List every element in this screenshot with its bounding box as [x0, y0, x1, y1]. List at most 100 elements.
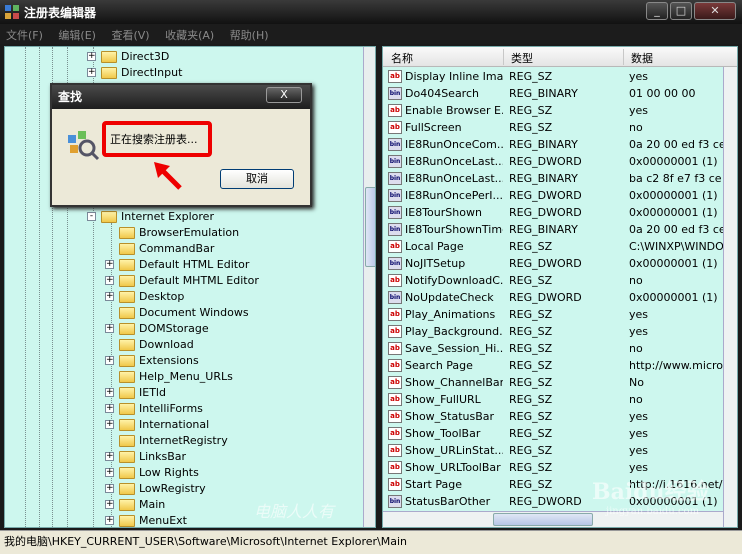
value-row[interactable]: ab Show_StatusBar REG_SZ yes	[383, 408, 723, 425]
column-type-header[interactable]: 类型	[511, 50, 533, 66]
close-button[interactable]: ✕	[694, 2, 736, 20]
value-data: 0x00000001 (1)	[629, 291, 718, 304]
list-vertical-scrollbar[interactable]	[723, 67, 737, 527]
value-row[interactable]: ab FullScreen REG_SZ no	[383, 119, 723, 136]
expand-icon[interactable]: +	[105, 356, 114, 365]
value-row[interactable]: ab Play_Background... REG_SZ yes	[383, 323, 723, 340]
column-separator[interactable]	[503, 49, 504, 65]
tree-item-label: Help_Menu_URLs	[139, 370, 233, 383]
expand-icon[interactable]: +	[105, 516, 114, 525]
expand-icon[interactable]: +	[105, 452, 114, 461]
tree-item[interactable]: CommandBar	[5, 241, 361, 257]
value-list-pane[interactable]: 名称 类型 数据 ab Display Inline Ima... REG_SZ ye…	[382, 46, 738, 528]
column-data-header[interactable]: 数据	[631, 50, 653, 66]
value-row[interactable]: bin IE8RunOnceLast... REG_DWORD 0x00000001 …	[383, 153, 723, 170]
tree-item[interactable]: + Desktop	[5, 289, 361, 305]
value-name: Show_URLToolBar	[405, 461, 501, 474]
value-data: 0x00000001 (1)	[629, 155, 718, 168]
expand-icon[interactable]: +	[87, 68, 96, 77]
value-row[interactable]: bin NoJITSetup REG_DWORD 0x00000001 (1)	[383, 255, 723, 272]
value-data: yes	[629, 444, 649, 457]
value-row[interactable]: ab Search Page REG_SZ http://www.micros	[383, 357, 723, 374]
value-row[interactable]: ab NotifyDownloadC... REG_SZ no	[383, 272, 723, 289]
value-row[interactable]: ab Show_ToolBar REG_SZ yes	[383, 425, 723, 442]
cancel-button[interactable]: 取消	[220, 169, 294, 189]
value-data: yes	[629, 325, 649, 338]
tree-item[interactable]: Document Windows	[5, 305, 361, 321]
tree-item[interactable]: + Default HTML Editor	[5, 257, 361, 273]
expand-icon[interactable]: +	[87, 52, 96, 61]
tree-item[interactable]: + Extensions	[5, 353, 361, 369]
tree-item[interactable]: + Default MHTML Editor	[5, 273, 361, 289]
value-row[interactable]: bin Do404Search REG_BINARY 01 00 00 00	[383, 85, 723, 102]
tree-scrollbar[interactable]	[363, 47, 375, 527]
binary-value-icon: bin	[388, 155, 402, 168]
minimize-button[interactable]: _	[646, 2, 668, 20]
value-row[interactable]: bin IE8RunOnceCom... REG_BINARY 0a 20 00 ed…	[383, 136, 723, 153]
tree-scroll-thumb[interactable]	[365, 187, 375, 267]
tree-item[interactable]: InternetRegistry	[5, 433, 361, 449]
value-row[interactable]: ab Save_Session_Hi... REG_SZ no	[383, 340, 723, 357]
column-name-header[interactable]: 名称	[391, 50, 413, 66]
tree-item[interactable]: Help_Menu_URLs	[5, 369, 361, 385]
tree-item[interactable]: + LinksBar	[5, 449, 361, 465]
value-name: Display Inline Ima...	[405, 70, 503, 83]
value-row[interactable]: ab Enable Browser E... REG_SZ yes	[383, 102, 723, 119]
menu-file[interactable]: 文件(F)	[0, 24, 49, 46]
value-row[interactable]: bin IE8RunOnceLast... REG_BINARY ba c2 8f e…	[383, 170, 723, 187]
value-row[interactable]: ab Play_Animations REG_SZ yes	[383, 306, 723, 323]
list-hscroll-thumb[interactable]	[493, 513, 593, 526]
value-row[interactable]: bin IE8TourShownTime REG_BINARY 0a 20 00 ed…	[383, 221, 723, 238]
value-row[interactable]: ab Display Inline Ima... REG_SZ yes	[383, 68, 723, 85]
binary-value-icon: bin	[388, 206, 402, 219]
expand-icon[interactable]: +	[105, 420, 114, 429]
tree-item-label: LowRegistry	[139, 482, 206, 495]
value-name: NotifyDownloadC...	[405, 274, 503, 287]
expand-icon[interactable]: +	[105, 388, 114, 397]
value-row[interactable]: ab Show_FullURL REG_SZ no	[383, 391, 723, 408]
expand-icon[interactable]: +	[105, 276, 114, 285]
value-row[interactable]: bin IE8RunOncePerI... REG_DWORD 0x00000001 …	[383, 187, 723, 204]
tree-item[interactable]: + IntelliForms	[5, 401, 361, 417]
expand-icon[interactable]: +	[105, 484, 114, 493]
column-separator[interactable]	[623, 49, 624, 65]
collapse-icon[interactable]: -	[87, 212, 96, 221]
expand-icon[interactable]: +	[105, 292, 114, 301]
value-data: 0x00000001 (1)	[629, 206, 718, 219]
tree-item[interactable]: + DOMStorage	[5, 321, 361, 337]
tree-item[interactable]: Download	[5, 337, 361, 353]
menu-favorites[interactable]: 收藏夹(A)	[159, 24, 220, 46]
value-row[interactable]: bin IE8TourShown REG_DWORD 0x00000001 (1)	[383, 204, 723, 221]
tree-item[interactable]: + International	[5, 417, 361, 433]
menu-view[interactable]: 查看(V)	[105, 24, 155, 46]
expand-icon[interactable]: +	[105, 260, 114, 269]
value-type: REG_BINARY	[509, 172, 578, 185]
tree-item[interactable]: + IETld	[5, 385, 361, 401]
expand-icon[interactable]: +	[105, 500, 114, 509]
value-row[interactable]: abLocal Page REG_SZ C:\WINXP\WINDOW	[383, 238, 723, 255]
value-name: IE8TourShown	[405, 206, 482, 219]
value-row[interactable]: bin NoUpdateCheck REG_DWORD 0x00000001 (1)	[383, 289, 723, 306]
tree-item[interactable]: BrowserEmulation	[5, 225, 361, 241]
tree-item-label: Main	[139, 498, 166, 511]
tree-item[interactable]: + DirectInput	[5, 65, 361, 81]
menu-edit[interactable]: 编辑(E)	[52, 24, 102, 46]
expand-icon[interactable]: +	[105, 468, 114, 477]
string-value-icon: ab	[388, 359, 402, 372]
tree-item[interactable]: + Direct3D	[5, 49, 361, 65]
expand-icon[interactable]: +	[105, 404, 114, 413]
folder-icon	[119, 403, 135, 415]
tree-item[interactable]: - Internet Explorer	[5, 209, 361, 225]
folder-icon	[119, 291, 135, 303]
menu-help[interactable]: 帮助(H)	[224, 24, 275, 46]
tree-item[interactable]: + LowRegistry	[5, 481, 361, 497]
value-row[interactable]: ab Show_ChannelBand REG_SZ No	[383, 374, 723, 391]
find-dialog-close-button[interactable]: X	[266, 87, 302, 103]
tree-item[interactable]: + Low Rights	[5, 465, 361, 481]
value-row[interactable]: ab Show_URLinStat... REG_SZ yes	[383, 442, 723, 459]
maximize-button[interactable]: □	[670, 2, 692, 20]
value-data: no	[629, 274, 643, 287]
expand-icon[interactable]: +	[105, 324, 114, 333]
tree-item-label: Desktop	[139, 290, 185, 303]
searching-message: 正在搜索注册表...	[110, 133, 198, 146]
